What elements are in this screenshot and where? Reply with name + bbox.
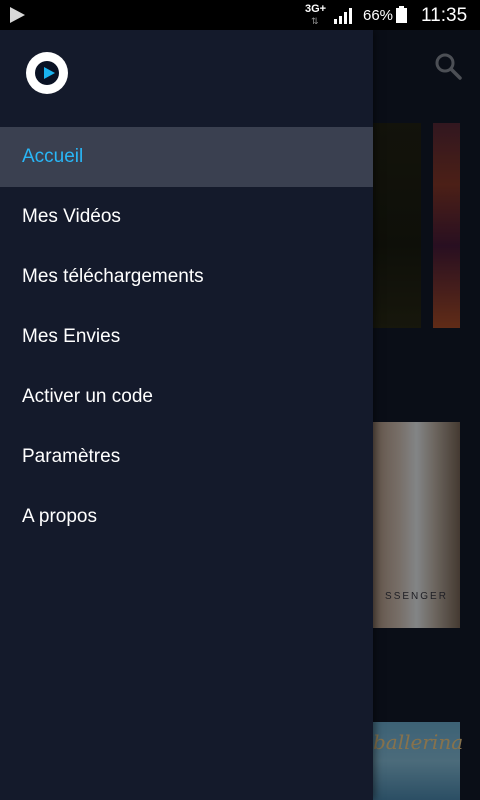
menu-item-accueil[interactable]: Accueil (0, 127, 373, 187)
status-bar: 3G+ ⇅ 66% 11:35 (0, 0, 480, 30)
navigation-drawer: Accueil Mes Vidéos Mes téléchargements M… (0, 30, 373, 800)
menu-item-a-propos[interactable]: A propos (0, 487, 373, 547)
play-notification-icon (10, 7, 25, 23)
network-type: 3G+ (305, 3, 327, 15)
data-activity-icon: ⇅ (311, 16, 319, 26)
battery-icon (396, 6, 407, 23)
play-icon (44, 67, 55, 79)
signal-icon (334, 8, 352, 24)
menu-item-mes-telechargements[interactable]: Mes téléchargements (0, 247, 373, 307)
menu-item-activer-un-code[interactable]: Activer un code (0, 367, 373, 427)
battery-percent: 66% (363, 7, 394, 24)
clock: 11:35 (421, 5, 468, 26)
drawer-menu: Accueil Mes Vidéos Mes téléchargements M… (0, 127, 373, 547)
menu-item-mes-videos[interactable]: Mes Vidéos (0, 187, 373, 247)
app-logo (26, 52, 68, 94)
menu-item-mes-envies[interactable]: Mes Envies (0, 307, 373, 367)
menu-item-parametres[interactable]: Paramètres (0, 427, 373, 487)
